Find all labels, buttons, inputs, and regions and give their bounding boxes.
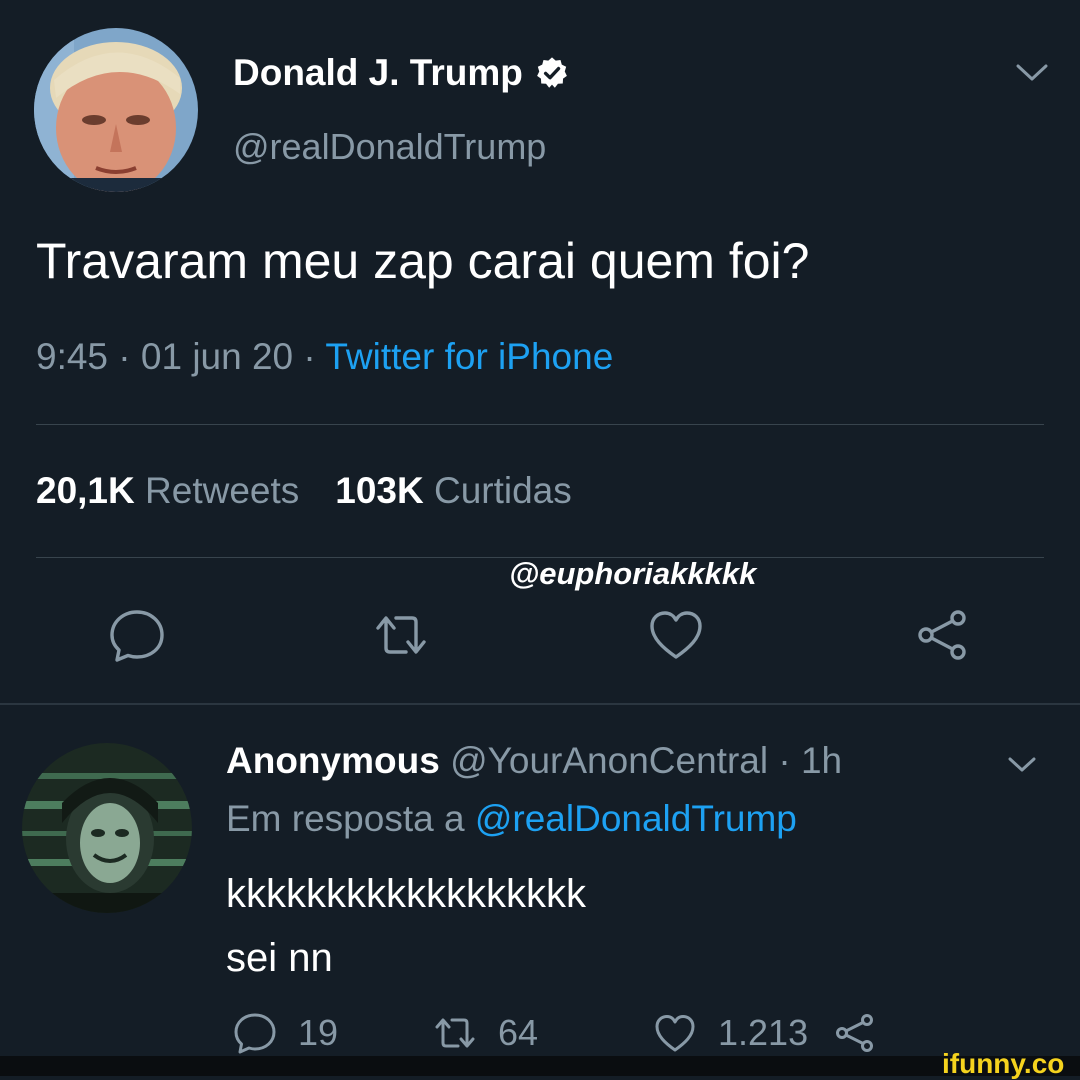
tweet-text: Travaram meu zap carai quem foi? [36,233,810,289]
divider [36,424,1044,425]
author-handle[interactable]: @realDonaldTrump [233,126,546,168]
likes-stat[interactable]: 103K Curtidas [335,470,572,512]
reply-author-handle[interactable]: @YourAnonCentral · 1h [450,740,842,781]
site-watermark: ifunny.co [942,1048,1065,1079]
reply-text: kkkkkkkkkkkkkkkkkk sei nn [226,862,586,990]
chevron-down-icon[interactable] [1012,58,1052,88]
likes-label: Curtidas [433,470,572,511]
retweet-icon[interactable] [370,604,432,666]
reply-retweet-action[interactable]: 64 [432,1010,652,1056]
chevron-down-icon[interactable] [1005,752,1039,778]
tweet-source-link[interactable]: Twitter for iPhone [325,336,613,377]
thread-divider [0,703,1080,705]
likes-count: 103K [335,470,424,511]
retweets-label: Retweets [145,470,300,511]
watermark-bar [0,1056,1080,1076]
share-icon [836,1014,874,1052]
author-avatar[interactable] [34,28,198,192]
reply-share-action[interactable] [832,1010,878,1056]
verified-badge-icon [535,56,569,90]
like-icon[interactable] [645,604,707,666]
retweets-stat[interactable]: 20,1K Retweets [36,470,299,512]
tweet-meta: 9:45 · 01 jun 20 · Twitter for iPhone [36,336,613,378]
reply-icon [234,1013,276,1054]
reply-like-action[interactable]: 1.213 [652,1010,808,1056]
reply-actions: 19 64 1.213 [232,1010,878,1056]
reply-text-line: kkkkkkkkkkkkkkkkkk [226,872,586,916]
reply-header: Anonymous @YourAnonCentral · 1h [226,740,842,782]
share-icon[interactable] [912,604,974,666]
watermark-username: @euphoriakkkkk [509,556,757,591]
reply-text-line: sei nn [226,936,333,980]
like-icon [655,1015,695,1052]
tweet-timestamp: 9:45 · 01 jun 20 · [36,336,326,377]
reply-reply-count: 19 [298,1012,339,1053]
author-name[interactable]: Donald J. Trump [233,52,523,94]
retweet-icon [435,1018,475,1048]
retweets-count: 20,1K [36,470,135,511]
reply-context: Em resposta a @realDonaldTrump [226,798,797,840]
reply-reply-action[interactable]: 19 [232,1010,432,1056]
reply-like-count: 1.213 [718,1012,809,1053]
reply-context-prefix: Em resposta a [226,798,475,839]
author-name-row[interactable]: Donald J. Trump [233,52,569,94]
reply-author-avatar[interactable] [22,743,192,913]
engagement-stats: 20,1K Retweets 103K Curtidas [36,470,572,512]
reply-author-name[interactable]: Anonymous [226,740,440,781]
reply-mention-link[interactable]: @realDonaldTrump [475,798,797,839]
reply-retweet-count: 64 [498,1012,539,1053]
reply-icon[interactable] [106,604,168,666]
